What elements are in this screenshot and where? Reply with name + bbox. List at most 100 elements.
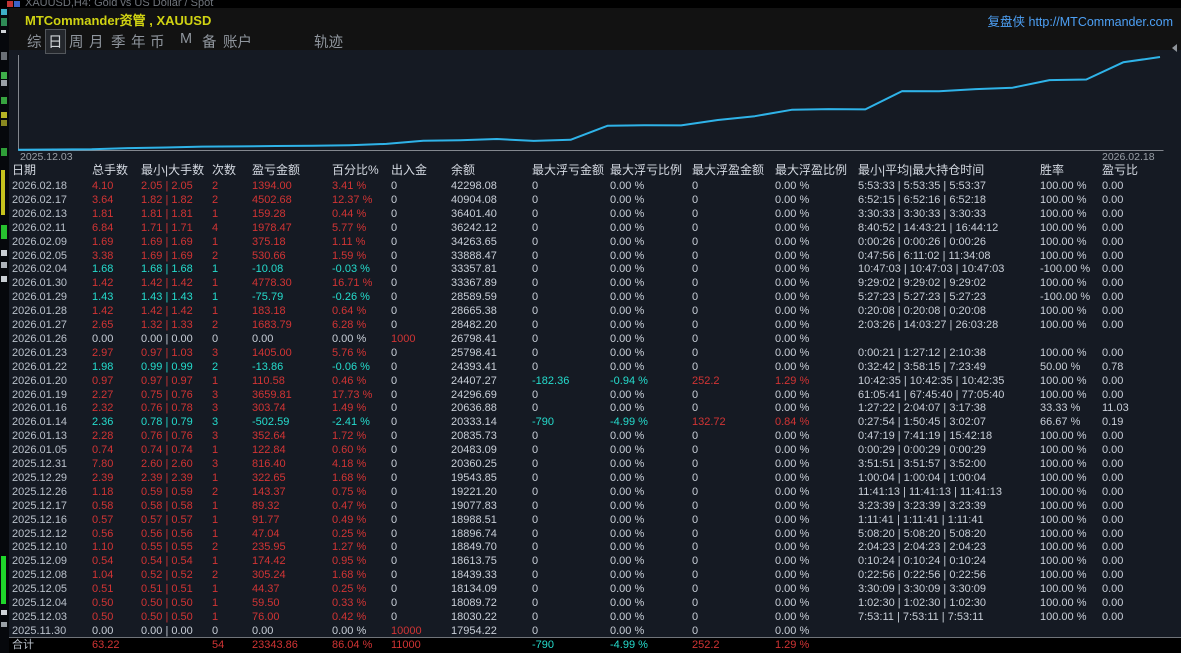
table-row[interactable]: 2025.12.16 0.57 0.57 | 0.57 1 91.77 0.49 % 0 18…: [9, 513, 1181, 527]
table-row[interactable]: 2026.01.28 1.42 1.42 | 1.42 1 183.18 0.64 % 0 2…: [9, 304, 1181, 318]
table-cell: 305.24: [252, 569, 286, 582]
table-cell: 1.68: [92, 263, 114, 276]
table-cell: 0.51: [92, 583, 114, 596]
table-cell: 0.00 %: [775, 430, 810, 443]
menu-item-M[interactable]: M: [178, 30, 194, 48]
table-cell: 0: [532, 346, 539, 359]
table-cell: 0.78: [1102, 360, 1124, 373]
table-cell: 0.00 %: [610, 263, 645, 276]
table-cell: 0.00 %: [610, 402, 645, 415]
table-cell: 1: [212, 597, 219, 609]
table-cell: 0: [692, 485, 699, 498]
table-cell: 19543.85: [451, 471, 497, 484]
column-header: 盈亏比: [1102, 163, 1139, 177]
table-cell: 1.81: [92, 207, 114, 220]
table-cell: 1.68 %: [332, 471, 367, 484]
table-cell: 0: [391, 527, 398, 540]
table-cell: 3: [212, 388, 219, 401]
table-cell: 0.50: [92, 597, 114, 609]
table-cell: 2.32: [92, 402, 114, 415]
table-cell: 0: [532, 458, 539, 470]
table-row[interactable]: 2026.01.23 2.97 0.97 | 1.03 3 1405.00 5.76 % 0…: [9, 346, 1181, 360]
table-row[interactable]: 2026.01.20 0.97 0.97 | 0.97 1 110.58 0.46 % 0 2…: [9, 374, 1181, 388]
table-cell: 0.00 %: [775, 624, 810, 637]
table-row[interactable]: 2025.12.03 0.50 0.50 | 0.50 1 76.00 0.42 % 0 18…: [9, 610, 1181, 624]
table-cell: -0.03 %: [332, 263, 370, 276]
table-cell: 1394.00: [252, 180, 292, 192]
table-row[interactable]: 2026.02.17 3.64 1.82 | 1.82 2 4502.68 12.37 %…: [9, 193, 1181, 207]
table-cell: 0.00 %: [610, 583, 645, 596]
table-row[interactable]: 2026.01.27 2.65 1.32 | 1.33 2 1683.79 6.28 % 0…: [9, 318, 1181, 332]
table-row[interactable]: 2026.02.18 4.10 2.05 | 2.05 2 1394.00 3.41 % 0…: [9, 179, 1181, 193]
table-cell: 2026.02.17: [12, 193, 68, 206]
table-cell: 1: [212, 305, 219, 318]
table-cell: 2.65: [92, 319, 114, 331]
table-cell: 0.00 %: [775, 597, 810, 609]
table-row[interactable]: 2026.01.19 2.27 0.75 | 0.76 3 3659.81 17.73 %…: [9, 388, 1181, 402]
table-cell: 0.00 %: [775, 249, 810, 262]
table-row[interactable]: 2026.02.05 3.38 1.69 | 1.69 2 530.66 1.59 % 0 3…: [9, 249, 1181, 263]
table-cell: 0: [692, 583, 699, 596]
table-cell: 0.75 | 0.76: [141, 388, 193, 401]
table-cell: 0:00:21 | 1:27:12 | 2:10:38: [858, 346, 987, 359]
table-row[interactable]: 2025.11.30 0.00 0.00 | 0.00 0 0.00 0.00 % 1000…: [9, 624, 1181, 638]
table-cell: 0.25 %: [332, 527, 367, 540]
table-cell: 352.64: [252, 430, 286, 443]
table-cell: 5:27:23 | 5:27:23 | 5:27:23: [858, 291, 987, 304]
table-cell: 322.65: [252, 471, 286, 484]
table-cell: 1.69 | 1.69: [141, 249, 193, 262]
table-cell: 24393.41: [451, 360, 497, 373]
column-header: 百分比%: [332, 163, 379, 177]
table-row[interactable]: 2026.01.26 0.00 0.00 | 0.00 0 0.00 0.00 % 1000…: [9, 332, 1181, 346]
table-row[interactable]: 2025.12.04 0.50 0.50 | 0.50 1 59.50 0.33 % 0 18…: [9, 596, 1181, 610]
table-cell: 1.18: [92, 485, 114, 498]
table-row[interactable]: 2025.12.31 7.80 2.60 | 2.60 3 816.40 4.18 % 0 2…: [9, 457, 1181, 471]
table-cell: 3:23:39 | 3:23:39 | 3:23:39: [858, 499, 987, 512]
table-row[interactable]: 2025.12.26 1.18 0.59 | 0.59 2 143.37 0.75 % 0 1…: [9, 485, 1181, 499]
table-cell: 0.00 %: [610, 221, 645, 234]
table-cell: 0: [391, 583, 398, 596]
table-cell: 2: [212, 541, 219, 554]
table-row[interactable]: 2025.12.09 0.54 0.54 | 0.54 1 174.42 0.95 % 0 1…: [9, 554, 1181, 568]
table-cell: 0.74: [92, 444, 114, 457]
table-row[interactable]: 2026.02.09 1.69 1.69 | 1.69 1 375.18 1.11 % 0 3…: [9, 235, 1181, 249]
table-cell: 0: [532, 388, 539, 401]
table-cell: 0.00 %: [775, 193, 810, 206]
table-cell: 0.50 | 0.50: [141, 610, 193, 623]
table-row[interactable]: 2025.12.08 1.04 0.52 | 0.52 2 305.24 1.68 % 0 1…: [9, 568, 1181, 582]
table-row[interactable]: 2026.01.16 2.32 0.76 | 0.78 3 303.74 1.49 % 0 2…: [9, 401, 1181, 415]
table-row[interactable]: 2026.01.29 1.43 1.43 | 1.43 1 -75.79 -0.26 % 0…: [9, 290, 1181, 304]
table-row[interactable]: 2026.01.30 1.42 1.42 | 1.42 1 4778.30 16.71 %…: [9, 276, 1181, 290]
table-row[interactable]: 2026.02.13 1.81 1.81 | 1.81 1 159.28 0.44 % 0 3…: [9, 207, 1181, 221]
table-row[interactable]: 2025.12.05 0.51 0.51 | 0.51 1 44.37 0.25 % 0 18…: [9, 582, 1181, 596]
table-cell: 110.58: [252, 374, 285, 387]
table-cell: 0: [532, 402, 539, 415]
table-cell: 0: [692, 555, 699, 568]
table-cell: 0.00: [1102, 430, 1124, 443]
table-row[interactable]: 2026.01.22 1.98 0.99 | 0.99 2 -13.86 -0.06 % 0…: [9, 360, 1181, 374]
table-cell: 0.00 %: [775, 277, 810, 290]
table-cell: 18134.09: [451, 583, 497, 596]
table-cell: 19077.83: [451, 499, 497, 512]
table-cell: 2025.12.08: [12, 569, 68, 582]
table-cell: 0.00 %: [610, 499, 645, 512]
table-row[interactable]: 2025.12.12 0.56 0.56 | 0.56 1 47.04 0.25 % 0 18…: [9, 527, 1181, 541]
table-cell: 2: [212, 485, 219, 498]
table-cell: 4: [212, 221, 219, 234]
table-row[interactable]: 2026.01.13 2.28 0.76 | 0.76 3 352.64 1.72 % 0 2…: [9, 429, 1181, 443]
table-row[interactable]: 2026.02.04 1.68 1.68 | 1.68 1 -10.08 -0.03 % 0…: [9, 262, 1181, 276]
table-cell: 2.36: [92, 416, 114, 429]
table-cell: -182.36: [532, 374, 570, 387]
toolbar-fragment: [1, 52, 7, 60]
table-row[interactable]: 2025.12.10 1.10 0.55 | 0.55 2 235.95 1.27 % 0 1…: [9, 540, 1181, 554]
table-row[interactable]: 2026.02.11 6.84 1.71 | 1.71 4 1978.47 5.77 % 0…: [9, 221, 1181, 235]
table-row[interactable]: 2026.01.14 2.36 0.78 | 0.79 3 -502.59 -2.41 %…: [9, 415, 1181, 429]
table-cell: 0: [391, 263, 398, 276]
table-cell: 0.25 %: [332, 583, 367, 596]
table-cell: 3:51:51 | 3:51:57 | 3:52:00: [858, 458, 987, 470]
table-cell: 1: [212, 583, 219, 596]
table-row[interactable]: 2025.12.17 0.58 0.58 | 0.58 1 89.32 0.47 % 0 19…: [9, 499, 1181, 513]
table-row[interactable]: 2025.12.29 2.39 2.39 | 2.39 1 322.65 1.68 % 0 1…: [9, 471, 1181, 485]
table-cell: 0.00 %: [332, 332, 367, 345]
table-row[interactable]: 2026.01.05 0.74 0.74 | 0.74 1 122.84 0.60 % 0 2…: [9, 443, 1181, 457]
